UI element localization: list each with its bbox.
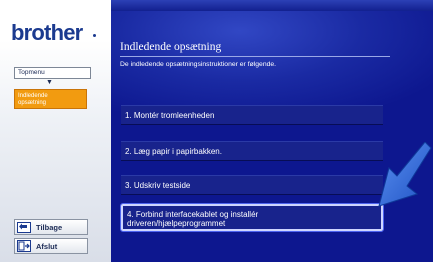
exit-icon: [17, 240, 31, 252]
brother-logo: brother: [11, 20, 83, 45]
step-button-4[interactable]: 4. Forbind interfacekablet og installér …: [120, 203, 384, 232]
step-button-1[interactable]: 1. Montér tromleenheden: [121, 105, 383, 125]
page-subtitle: De indledende opsætningsinstruktioner er…: [120, 61, 277, 68]
back-label: Tilbage: [36, 222, 63, 232]
sidebar: brother Topmenu ▼ Indledende opsætning T…: [0, 0, 111, 262]
back-button[interactable]: Tilbage: [14, 219, 88, 235]
nav-current-section: Indledende opsætning: [14, 89, 87, 109]
nav-current-label: Indledende opsætning: [18, 93, 48, 106]
page-title: Indledende opsætning: [120, 41, 222, 53]
step-label: 1. Montér tromleenheden: [125, 111, 215, 120]
top-bar: [111, 0, 433, 11]
title-divider: [120, 56, 390, 57]
logo-dot: [93, 34, 96, 37]
step-button-3[interactable]: 3. Udskriv testside: [121, 175, 383, 195]
pointer-arrow-icon: [378, 142, 432, 207]
step-label: 3. Udskriv testside: [125, 181, 191, 190]
nav-down-arrow-icon: ▼: [46, 79, 53, 86]
exit-label: Afslut: [36, 241, 58, 251]
exit-button[interactable]: Afslut: [14, 238, 88, 254]
back-arrow-icon: [17, 221, 31, 233]
nav-topmenu-link[interactable]: Topmenu: [14, 67, 91, 79]
step-label: 4. Forbind interfacekablet og installér …: [127, 210, 259, 228]
step-label: 2. Læg papir i papirbakken.: [125, 147, 222, 156]
main-panel: Indledende opsætning De indledende opsæt…: [111, 0, 433, 262]
step-button-2[interactable]: 2. Læg papir i papirbakken.: [121, 141, 383, 161]
